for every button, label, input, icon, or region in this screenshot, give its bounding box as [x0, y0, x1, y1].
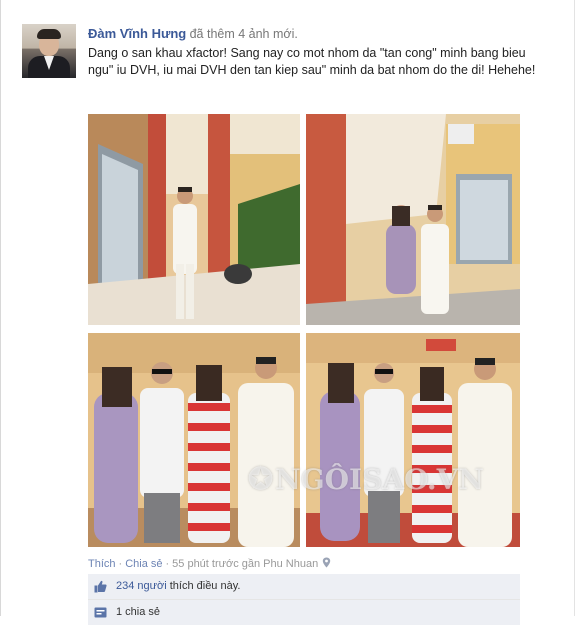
- share-link[interactable]: Chia sẻ: [125, 558, 162, 570]
- facebook-post: Đàm Vĩnh Hưng đã thêm 4 ảnh mới. Dang o …: [0, 0, 580, 625]
- likes-row: 234 người thích điều này.: [88, 574, 520, 600]
- feedback-box: 234 người thích điều này. 1 chia sẻ: [88, 574, 520, 625]
- like-link[interactable]: Thích: [88, 558, 116, 570]
- photo-3[interactable]: [88, 333, 300, 547]
- photo-2[interactable]: [306, 114, 520, 325]
- share-icon: [94, 607, 107, 618]
- post-header: Đàm Vĩnh Hưng đã thêm 4 ảnh mới.: [88, 26, 558, 42]
- shares-row: 1 chia sẻ: [88, 600, 520, 625]
- map-pin-icon: [323, 557, 331, 568]
- author-avatar[interactable]: [22, 24, 76, 78]
- photo-4[interactable]: [306, 333, 520, 547]
- star-logo-icon: ✪: [248, 462, 274, 497]
- thumbs-up-icon: [94, 580, 107, 593]
- divider-left: [0, 0, 1, 616]
- post-action-text: đã thêm 4 ảnh mới.: [189, 27, 298, 41]
- divider-right: [574, 0, 575, 616]
- photo-1[interactable]: [88, 114, 300, 325]
- post-meta: Thích · Chia sẻ · 55 phút trước gần Phu Nhua…: [88, 557, 331, 571]
- post-timestamp[interactable]: 55 phút trước gần Phu Nhuan: [172, 558, 318, 570]
- shares-count-link[interactable]: 1 chia sẻ: [116, 600, 160, 625]
- post-status-text: Dang o san khau xfactor! Sang nay co mot…: [88, 46, 536, 77]
- watermark-text: NGÔISAO.VN: [275, 463, 484, 496]
- author-name-link[interactable]: Đàm Vĩnh Hưng: [88, 26, 186, 41]
- likes-count-link[interactable]: 234 người: [116, 580, 167, 592]
- ngoisao-watermark-logo: ✪NGÔISAO.VN: [248, 462, 508, 514]
- likes-suffix: thích điều này.: [166, 580, 241, 592]
